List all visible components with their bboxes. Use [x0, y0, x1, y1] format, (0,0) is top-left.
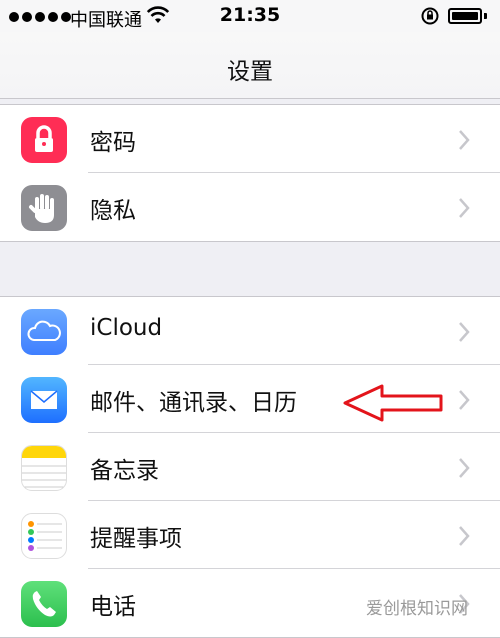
settings-row-privacy[interactable]: 隐私 — [0, 173, 500, 241]
chevron-right-icon — [459, 322, 470, 342]
row-label: 隐私 — [90, 198, 136, 224]
page-title: 设置 — [227, 59, 273, 85]
hand-icon — [21, 185, 67, 231]
annotation-arrow-icon — [343, 384, 443, 422]
settings-row-reminders[interactable]: 提醒事项 — [0, 501, 500, 569]
row-label: 密码 — [90, 130, 136, 156]
status-bar: 中国联通 21:35 — [0, 0, 500, 32]
chevron-right-icon — [459, 130, 470, 150]
row-label: iCloud — [90, 315, 163, 341]
settings-row-icloud[interactable]: iCloud — [0, 297, 500, 365]
row-label: 邮件、通讯录、日历 — [90, 390, 297, 416]
watermark: 爱创根知识网 — [366, 599, 468, 619]
settings-row-passcode[interactable]: 密码 — [0, 105, 500, 173]
mail-icon — [21, 377, 67, 423]
rotation-lock-icon — [421, 7, 439, 25]
battery-icon — [448, 8, 482, 24]
chevron-right-icon — [459, 458, 470, 478]
settings-group-apps: iCloud 邮件、通讯录、日历 备忘录 提醒事项 电话 — [0, 296, 500, 638]
lock-icon — [21, 117, 67, 163]
settings-group-security: 密码 隐私 — [0, 104, 500, 242]
chevron-right-icon — [459, 198, 470, 218]
cloud-icon — [21, 309, 67, 355]
navigation-bar: 设置 — [0, 32, 500, 99]
chevron-right-icon — [459, 526, 470, 546]
notes-icon — [21, 445, 67, 491]
row-label: 电话 — [90, 594, 136, 620]
reminders-icon — [21, 513, 67, 559]
phone-icon — [21, 581, 67, 627]
chevron-right-icon — [459, 390, 470, 410]
settings-row-notes[interactable]: 备忘录 — [0, 433, 500, 501]
row-label: 备忘录 — [90, 458, 159, 484]
row-label: 提醒事项 — [90, 526, 182, 552]
battery-tip — [484, 13, 487, 19]
